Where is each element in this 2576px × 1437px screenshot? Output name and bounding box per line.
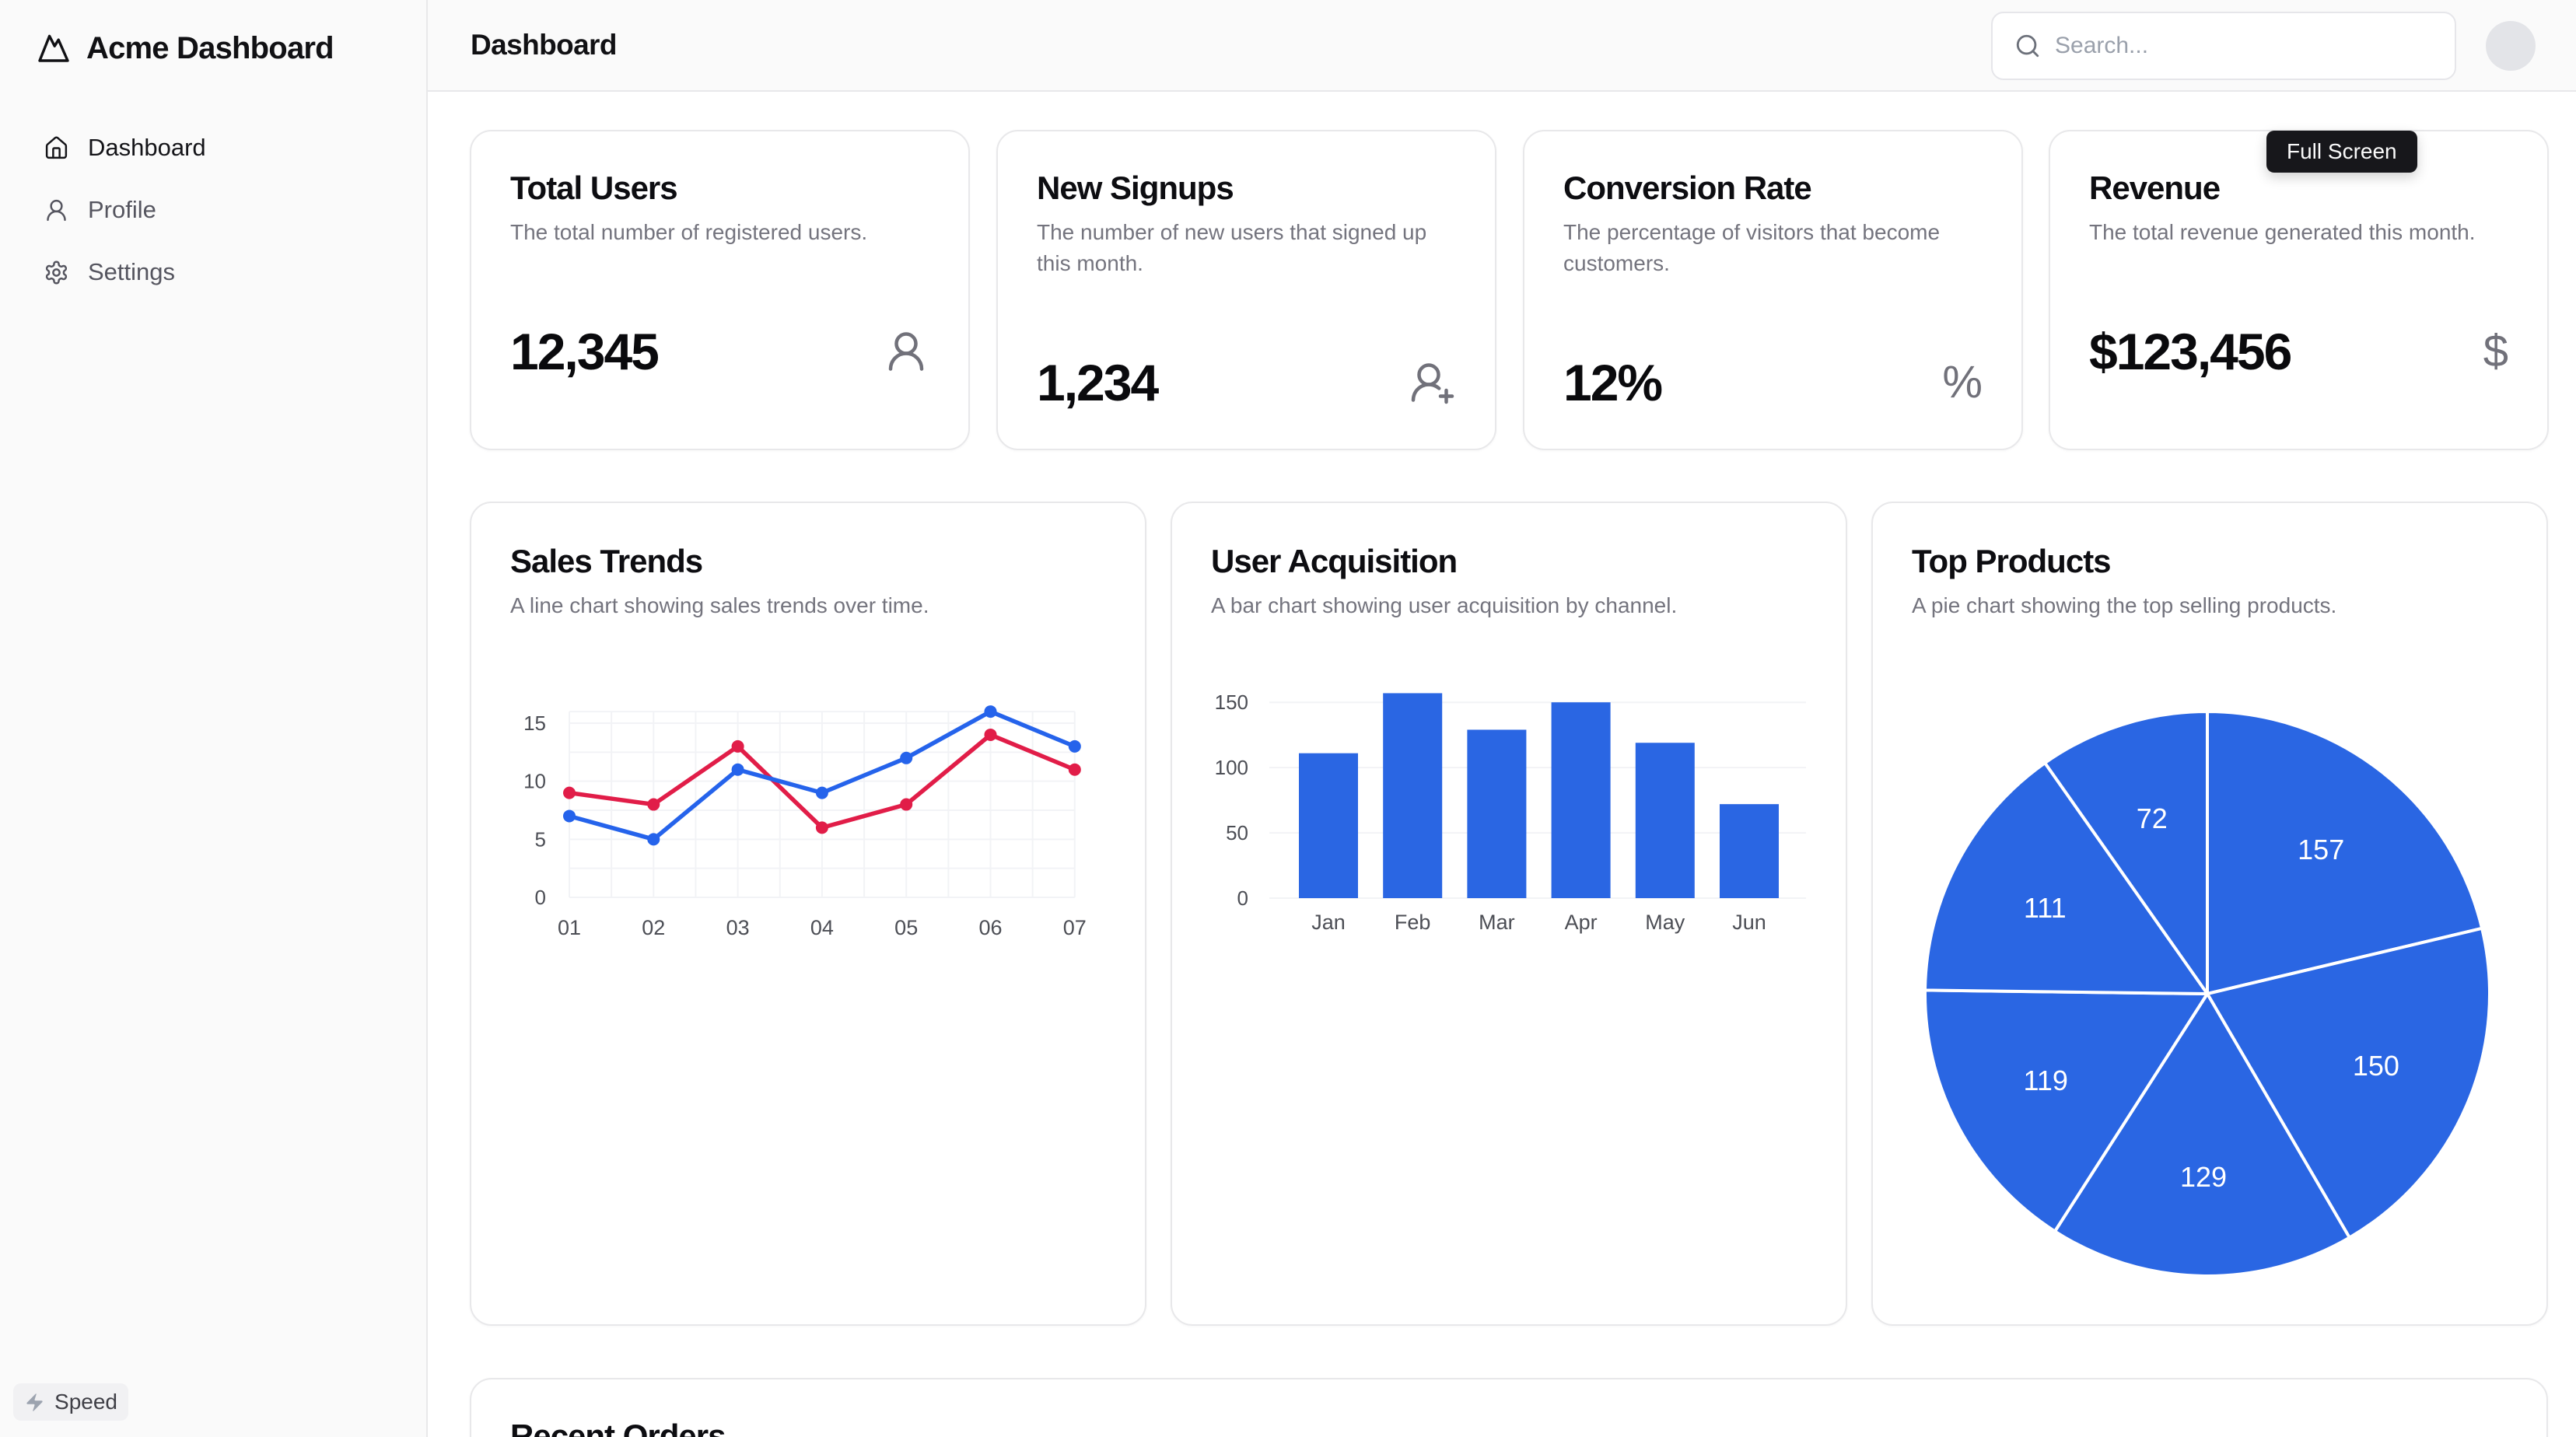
- svg-text:Jun: Jun: [1732, 911, 1766, 934]
- svg-text:06: 06: [978, 916, 1002, 939]
- svg-text:157: 157: [2298, 834, 2344, 865]
- search-input[interactable]: [2055, 33, 2433, 59]
- stat-card-description: The percentage of visitors that become c…: [1563, 217, 1983, 279]
- stat-card-new-signups: New Signups The number of new users that…: [996, 130, 1496, 450]
- svg-text:150: 150: [2353, 1050, 2399, 1082]
- app-logo: Acme Dashboard: [35, 30, 334, 67]
- dollar-icon: $: [2483, 328, 2508, 375]
- svg-text:Jan: Jan: [1311, 911, 1346, 934]
- stat-card-title: New Signups: [1037, 169, 1456, 208]
- search-icon: [2014, 33, 2041, 59]
- stat-card-description: The total revenue generated this month.: [2089, 217, 2508, 248]
- user-acquisition-bar-chart: 0 50 100 150 Jan Feb Mar Apr May Jun: [1172, 503, 1846, 1324]
- svg-text:119: 119: [2023, 1065, 2067, 1096]
- stat-card-total-users: Total Users The total number of register…: [470, 130, 970, 450]
- svg-text:04: 04: [810, 916, 834, 939]
- full-screen-tooltip: Full Screen: [2266, 131, 2417, 173]
- speed-badge-label: Speed: [54, 1390, 117, 1414]
- svg-text:150: 150: [1215, 691, 1248, 714]
- svg-text:01: 01: [558, 916, 581, 939]
- svg-text:129: 129: [2180, 1161, 2227, 1193]
- svg-text:0: 0: [535, 886, 546, 909]
- svg-text:15: 15: [523, 712, 546, 735]
- top-products-pie-chart: 157 150 129 119 111 72: [1873, 503, 2546, 1324]
- stat-value-row: 1,234: [1037, 353, 1456, 412]
- acme-dashboard-app: Acme Dashboard Dashboard Profile Setting…: [0, 0, 2576, 1437]
- stat-card-title: Total Users: [510, 169, 929, 208]
- stat-value: 1,234: [1037, 353, 1157, 412]
- stat-card-title: Conversion Rate: [1563, 169, 1983, 208]
- svg-text:Feb: Feb: [1395, 911, 1431, 934]
- svg-text:72: 72: [2137, 802, 2168, 834]
- stat-value: $123,456: [2089, 322, 2291, 381]
- recent-orders-card: Recent Orders: [470, 1378, 2548, 1437]
- sidebar-item-settings[interactable]: Settings: [0, 241, 426, 303]
- zap-icon: [24, 1392, 45, 1413]
- svg-text:Mar: Mar: [1479, 911, 1515, 934]
- sidebar: Acme Dashboard Dashboard Profile Setting…: [0, 0, 428, 1437]
- stat-value-row: $123,456 $: [2089, 322, 2508, 381]
- svg-text:100: 100: [1215, 756, 1248, 779]
- svg-text:111: 111: [2024, 892, 2067, 924]
- sales-trends-line-chart: 05101501020304050607: [471, 503, 1145, 1324]
- stat-value-row: 12,345: [510, 322, 929, 381]
- house-icon: [44, 135, 69, 161]
- sidebar-item-dashboard[interactable]: Dashboard: [0, 117, 426, 179]
- speed-badge[interactable]: Speed: [13, 1383, 128, 1421]
- user-round-icon: [883, 328, 929, 375]
- stat-card-title: Revenue: [2089, 169, 2508, 208]
- user-acquisition-card: User Acquisition A bar chart showing use…: [1171, 502, 1847, 1326]
- sidebar-item-label: Settings: [88, 258, 175, 286]
- stat-card-description: The total number of registered users.: [510, 217, 929, 248]
- page-title: Dashboard: [471, 29, 617, 61]
- svg-text:May: May: [1645, 911, 1685, 934]
- app-title: Acme Dashboard: [86, 31, 334, 66]
- svg-text:03: 03: [726, 916, 750, 939]
- stat-card-conversion-rate: Conversion Rate The percentage of visito…: [1523, 130, 2023, 450]
- mountain-logo-icon: [35, 30, 72, 67]
- sidebar-item-label: Dashboard: [88, 134, 206, 162]
- user-round-icon: [44, 198, 69, 223]
- search-box[interactable]: [1991, 12, 2456, 80]
- svg-text:10: 10: [523, 770, 546, 793]
- svg-text:07: 07: [1063, 916, 1087, 939]
- svg-text:50: 50: [1226, 821, 1248, 844]
- svg-text:02: 02: [642, 916, 665, 939]
- sales-trends-card: Sales Trends A line chart showing sales …: [470, 502, 1146, 1326]
- top-header: Dashboard: [428, 0, 2576, 92]
- gear-icon: [44, 260, 69, 285]
- percent-icon: %: [1942, 359, 1983, 406]
- stat-card-description: The number of new users that signed up t…: [1037, 217, 1456, 279]
- svg-text:5: 5: [535, 827, 546, 851]
- svg-text:0: 0: [1237, 886, 1248, 910]
- stat-value-row: 12% %: [1563, 353, 1983, 412]
- sidebar-item-profile[interactable]: Profile: [0, 179, 426, 241]
- svg-text:05: 05: [894, 916, 918, 939]
- stat-value: 12,345: [510, 322, 658, 381]
- user-round-plus-icon: [1409, 359, 1456, 406]
- svg-text:Apr: Apr: [1565, 911, 1598, 934]
- top-products-card: Top Products A pie chart showing the top…: [1871, 502, 2548, 1326]
- recent-orders-title: Recent Orders: [510, 1417, 2508, 1437]
- stat-value: 12%: [1563, 353, 1661, 412]
- avatar[interactable]: [2486, 21, 2536, 71]
- sidebar-item-label: Profile: [88, 196, 156, 224]
- sidebar-nav: Dashboard Profile Settings: [0, 117, 426, 303]
- stat-card-revenue: Revenue The total revenue generated this…: [2049, 130, 2549, 450]
